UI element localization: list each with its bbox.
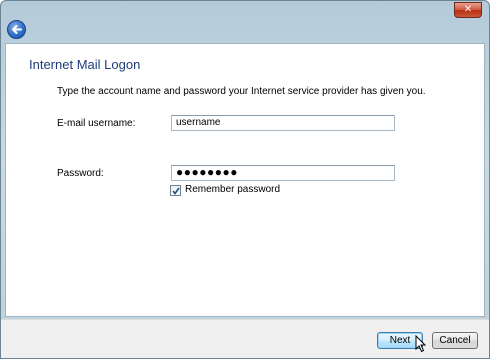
password-label: Password: (57, 168, 104, 179)
remember-password-checkbox[interactable] (170, 185, 181, 196)
username-label: E-mail username: (57, 118, 136, 129)
instructions-text: Type the account name and password your … (57, 86, 426, 97)
wizard-content: Internet Mail Logon Type the account nam… (5, 43, 485, 317)
username-input[interactable]: username (171, 115, 395, 131)
back-arrow-icon (12, 25, 22, 34)
close-button[interactable]: ✕ (454, 2, 482, 18)
close-icon: ✕ (463, 4, 473, 15)
checkmark-icon (172, 187, 180, 195)
back-button[interactable] (7, 20, 26, 39)
title-bar: ✕ (1, 1, 489, 41)
remember-password-label[interactable]: Remember password (185, 184, 280, 195)
mouse-cursor-icon (415, 335, 427, 353)
dialog-window: ✕ Internet Mail Logon Type the account n… (0, 0, 490, 359)
password-input[interactable]: ●●●●●●●● (171, 165, 395, 181)
cancel-button[interactable]: Cancel (432, 332, 478, 349)
page-title: Internet Mail Logon (29, 57, 141, 72)
